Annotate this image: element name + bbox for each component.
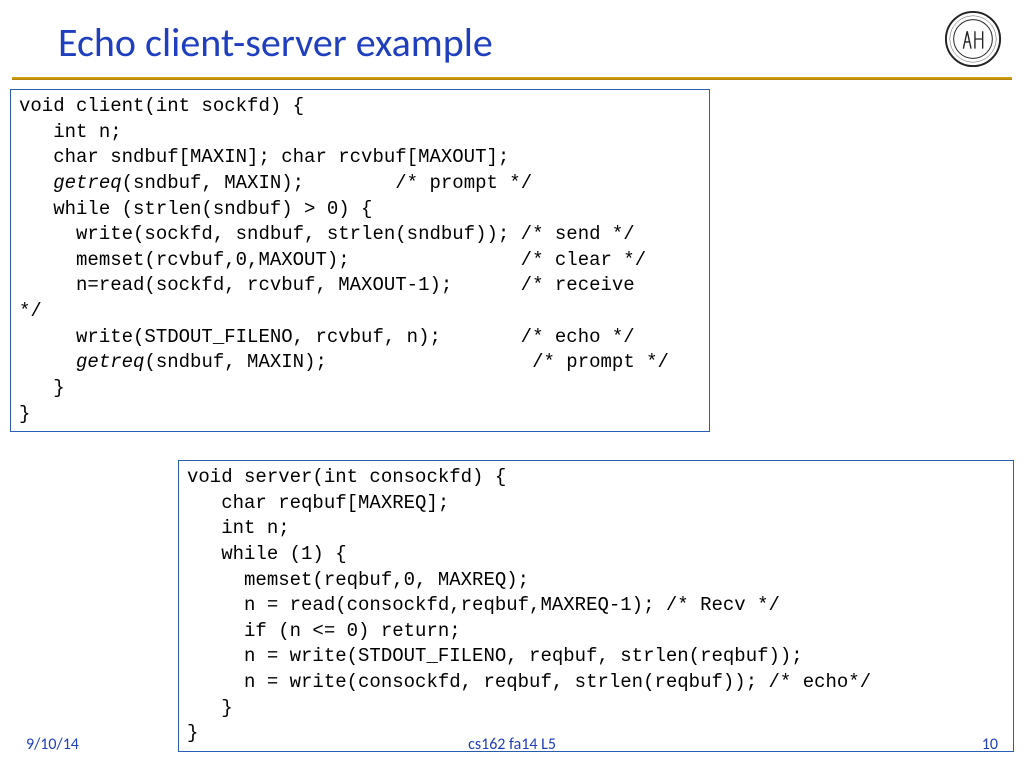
client-code-block: void client(int sockfd) { int n; char sn… (10, 89, 710, 432)
code-line: char reqbuf[MAXREQ]; (187, 492, 449, 514)
code-line: n = read(consockfd,reqbuf,MAXREQ-1); /* … (187, 594, 780, 616)
university-seal-icon (944, 10, 1002, 68)
code-italic: getreq (53, 172, 121, 194)
code-line: (sndbuf, MAXIN); /* prompt */ (144, 351, 669, 373)
footer-date: 9/10/14 (26, 735, 79, 754)
title-underline (12, 77, 1012, 80)
code-line: if (n <= 0) return; (187, 620, 461, 642)
code-line: while (strlen(sndbuf) > 0) { (19, 198, 372, 220)
code-line: void server(int consockfd) { (187, 466, 506, 488)
code-line: write(sockfd, sndbuf, strlen(sndbuf)); /… (19, 223, 635, 245)
code-line: int n; (19, 121, 122, 143)
code-line (19, 172, 53, 194)
code-line: } (187, 697, 233, 719)
code-italic: getreq (76, 351, 144, 373)
slide-title: Echo client-server example (0, 0, 1024, 77)
footer-page-number: 10 (982, 735, 998, 754)
code-line: char sndbuf[MAXIN]; char rcvbuf[MAXOUT]; (19, 146, 509, 168)
code-line: void client(int sockfd) { (19, 95, 304, 117)
code-line: n = write(STDOUT_FILENO, reqbuf, strlen(… (187, 645, 803, 667)
code-line: } (19, 377, 65, 399)
code-line: write(STDOUT_FILENO, rcvbuf, n); /* echo… (19, 326, 635, 348)
code-line: n=read(sockfd, rcvbuf, MAXOUT-1); /* rec… (19, 274, 646, 296)
server-code-block: void server(int consockfd) { char reqbuf… (178, 460, 1014, 752)
code-line: int n; (187, 517, 290, 539)
code-line: memset(rcvbuf,0,MAXOUT); /* clear */ (19, 249, 646, 271)
code-line: */ (19, 300, 42, 322)
code-line: memset(reqbuf,0, MAXREQ); (187, 569, 529, 591)
slide: Echo client-server example void client(i… (0, 0, 1024, 768)
footer-course: cs162 fa14 L5 (468, 735, 556, 754)
code-line (19, 351, 76, 373)
code-line: while (1) { (187, 543, 563, 565)
code-line: n = write(consockfd, reqbuf, strlen(reqb… (187, 671, 871, 693)
code-line: (sndbuf, MAXIN); /* prompt */ (122, 172, 532, 194)
code-line: } (19, 403, 30, 425)
code-line: } (187, 722, 198, 744)
